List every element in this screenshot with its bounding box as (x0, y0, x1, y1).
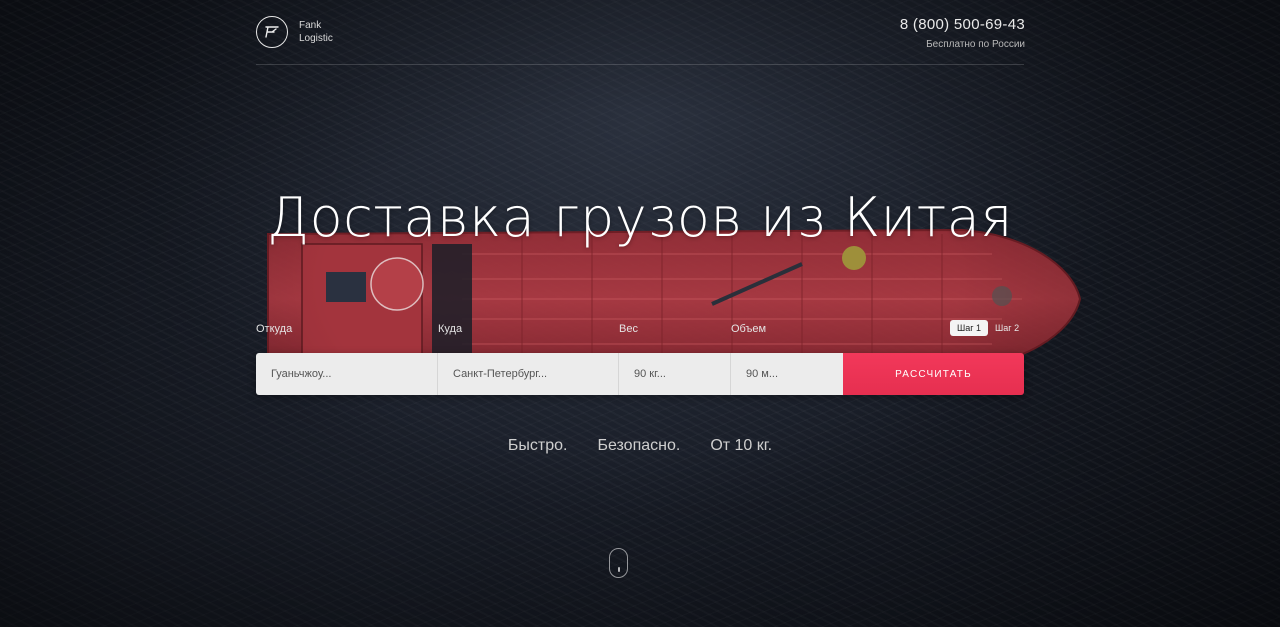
contact-block: 8 (800) 500-69-43 Бесплатно по России (900, 16, 1025, 50)
from-input[interactable] (271, 368, 437, 380)
volume-label: Объем (731, 323, 767, 335)
phone-number[interactable]: 8 (800) 500-69-43 (900, 16, 1025, 33)
weight-field[interactable] (619, 353, 731, 395)
scroll-mouse-icon[interactable] (609, 548, 628, 578)
header-divider (256, 64, 1024, 65)
step-switcher: Шаг 1 Шаг 2 (950, 320, 1026, 336)
to-input[interactable] (453, 368, 618, 380)
calculate-button[interactable]: РАССЧИТАТЬ (843, 353, 1024, 395)
weight-label: Вес (619, 323, 638, 335)
logo[interactable]: Fank Logistic (256, 16, 333, 48)
volume-field[interactable] (731, 353, 843, 395)
tagline: Быстро. Безопасно. От 10 кг. (0, 437, 1280, 455)
tagline-item-safe: Безопасно. (597, 437, 681, 454)
page-title: Доставка грузов из Китая (267, 186, 1013, 249)
calculator-form: РАССЧИТАТЬ (256, 353, 1024, 395)
step-2-tab[interactable]: Шаг 2 (988, 320, 1026, 336)
tagline-item-fast: Быстро. (507, 437, 568, 454)
logo-text: Fank Logistic (299, 19, 333, 45)
logo-line2: Logistic (299, 33, 333, 44)
to-label: Куда (438, 323, 463, 335)
phone-note: Бесплатно по России (926, 39, 1025, 50)
volume-input[interactable] (746, 368, 843, 380)
from-label: Откуда (256, 323, 293, 335)
from-field[interactable] (256, 353, 438, 395)
tagline-item-min-weight: От 10 кг. (710, 437, 773, 454)
hero-section: Fank Logistic 8 (800) 500-69-43 Бесплатн… (0, 0, 1280, 627)
step-1-tab[interactable]: Шаг 1 (950, 320, 989, 336)
logo-line1: Fank (299, 20, 322, 31)
logo-mark-icon (256, 16, 288, 48)
to-field[interactable] (438, 353, 619, 395)
weight-input[interactable] (634, 368, 730, 380)
scroll-wheel (618, 567, 620, 572)
